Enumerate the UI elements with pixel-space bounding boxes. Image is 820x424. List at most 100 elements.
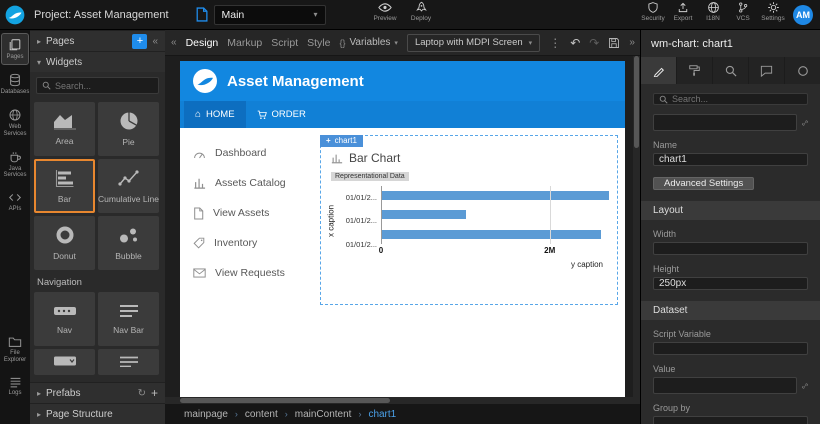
y-axis-caption: y caption (325, 256, 609, 269)
prefabs-section-header[interactable]: ▸ Prefabs ↻ + (30, 382, 165, 403)
refresh-prefabs-icon[interactable]: ↻ (138, 388, 146, 399)
canvas-menu-assets-catalog[interactable]: Assets Catalog (180, 168, 318, 198)
tab-markup[interactable]: Markup (227, 37, 262, 49)
area-chart-icon (53, 112, 77, 130)
redo-icon[interactable]: ↷ (589, 36, 599, 50)
widget-tile-cumulative-line[interactable]: Cumulative Line (98, 159, 159, 213)
sidebar-item-apis[interactable]: APIs (1, 186, 29, 217)
pages-section-header[interactable]: ▸ Pages + « (30, 30, 165, 51)
tab-styles[interactable] (677, 57, 713, 84)
app-window: Project: Asset Management Main ▾ Preview… (0, 0, 820, 424)
sidebar-item-java-services[interactable]: Java Services (1, 145, 29, 184)
widget-tile-bar[interactable]: Bar (34, 159, 95, 213)
sidebar-item-databases[interactable]: Databases (1, 68, 29, 100)
canvas-nav-home[interactable]: ⌂ HOME (184, 101, 246, 128)
page-selector[interactable]: Main ▾ (214, 5, 326, 25)
tab-script[interactable]: Script (271, 37, 298, 49)
canvas-nav-order[interactable]: ORDER (246, 101, 317, 128)
widget-search-input[interactable] (55, 81, 153, 91)
vcs-button[interactable]: VCS (728, 1, 758, 22)
property-search-input[interactable] (672, 94, 802, 104)
app-logo-icon (192, 68, 218, 94)
canvas-menu-inventory[interactable]: Inventory (180, 228, 318, 258)
breadcrumb-item-mainpage[interactable]: mainpage (184, 409, 228, 420)
name-input[interactable] (653, 153, 808, 166)
widget-tile-bubble[interactable]: Bubble (98, 216, 159, 270)
group-by-input[interactable] (653, 416, 808, 424)
widget-tile-nav[interactable]: Nav (34, 292, 95, 346)
avatar[interactable]: AM (793, 5, 813, 25)
height-input[interactable] (653, 277, 808, 290)
width-input[interactable] (653, 242, 808, 255)
tab-style[interactable]: Style (307, 37, 330, 49)
canvas-menu-view-requests[interactable]: View Requests (180, 258, 318, 288)
sidebar-item-file-explorer[interactable]: File Explorer (1, 331, 29, 368)
widget-tile-area[interactable]: Area (34, 102, 95, 156)
expand-arrow-icon: ▸ (37, 410, 41, 419)
script-variable-input[interactable] (653, 342, 808, 355)
preview-button[interactable]: Preview (370, 1, 400, 22)
globe-icon (707, 1, 720, 14)
design-canvas[interactable]: Asset Management ⌂ HOME ORDER (180, 61, 625, 398)
dataset-section-header[interactable]: Dataset (641, 301, 820, 320)
undo-icon[interactable]: ↶ (570, 36, 580, 50)
selected-chart-widget[interactable]: + chart1 Bar Chart Representational Data… (320, 135, 618, 305)
security-button[interactable]: Security (638, 1, 668, 22)
advanced-settings-button[interactable]: Advanced Settings (653, 177, 754, 190)
scrollbar-thumb[interactable] (634, 56, 639, 148)
layout-section-header[interactable]: Layout (641, 201, 820, 220)
sidebar-item-logs[interactable]: Logs (1, 371, 29, 401)
link-icon[interactable] (802, 380, 808, 392)
widget-search[interactable] (36, 77, 159, 94)
page-structure-section-header[interactable]: ▸ Page Structure (30, 403, 165, 424)
sidebar-item-web-services[interactable]: Web Services (1, 103, 29, 142)
chart-title: Bar Chart (331, 151, 609, 165)
y-axis-labels: 01/01/2... 01/01/2... 01/01/2... (337, 186, 381, 256)
variables-menu[interactable]: {} Variables ▾ (339, 37, 397, 48)
save-icon[interactable] (608, 37, 620, 49)
tab-state[interactable] (785, 57, 820, 84)
link-icon[interactable] (802, 117, 808, 129)
widget-selection-tag[interactable]: + chart1 (320, 135, 363, 147)
canvas-menu-dashboard[interactable]: Dashboard (180, 138, 318, 168)
scrollbar-thumb[interactable] (180, 398, 390, 403)
topbar: Project: Asset Management Main ▾ Preview… (0, 0, 820, 30)
canvas-horizontal-scrollbar[interactable] (165, 397, 633, 404)
widgets-section-header[interactable]: ▾ Widgets (30, 51, 165, 72)
tab-search-props[interactable] (713, 57, 749, 84)
breadcrumb-item-content[interactable]: content (245, 409, 278, 420)
i18n-button[interactable]: I18N (698, 1, 728, 22)
pencil-icon (653, 65, 665, 77)
canvas-vertical-scrollbar[interactable] (633, 56, 640, 404)
tab-design[interactable]: Design (186, 37, 219, 49)
breadcrumb-item-maincontent[interactable]: mainContent (295, 409, 352, 420)
overflow-menu-icon[interactable]: ⋮ (549, 36, 561, 50)
add-prefab-icon[interactable]: + (151, 386, 158, 400)
widget-tile-donut[interactable]: Donut (34, 216, 95, 270)
sidebar-item-pages[interactable]: Pages (1, 33, 29, 65)
tab-properties[interactable] (641, 57, 677, 84)
add-page-button[interactable]: + (132, 34, 147, 49)
wave-logo-icon (5, 5, 25, 25)
export-button[interactable]: Export (668, 1, 698, 22)
breadcrumb-item-chart1[interactable]: chart1 (368, 409, 396, 420)
page-selector-value: Main (222, 9, 314, 21)
wavemaker-logo[interactable] (0, 5, 30, 25)
canvas-app-header[interactable]: Asset Management (180, 61, 625, 101)
collapse-left-panel-icon[interactable]: « (152, 36, 158, 47)
settings-button[interactable]: Settings (758, 1, 788, 22)
canvas-menu-view-assets[interactable]: View Assets (180, 198, 318, 228)
widget-tile-pie[interactable]: Pie (98, 102, 159, 156)
web-globe-icon (8, 108, 22, 122)
widget-tile-partial-1[interactable] (34, 349, 95, 375)
expand-right-panel-icon[interactable]: » (629, 37, 635, 48)
bind-field-input[interactable] (653, 114, 797, 131)
value-input[interactable] (653, 377, 797, 394)
deploy-button[interactable]: Deploy (406, 1, 436, 22)
property-search[interactable] (653, 93, 808, 105)
collapse-editor-left-icon[interactable]: « (171, 37, 177, 48)
widget-tile-partial-2[interactable] (98, 349, 159, 375)
widget-tile-nav-bar[interactable]: Nav Bar (98, 292, 159, 346)
device-selector[interactable]: Laptop with MDPI Screen ▾ (407, 34, 540, 52)
tab-comments[interactable] (749, 57, 785, 84)
